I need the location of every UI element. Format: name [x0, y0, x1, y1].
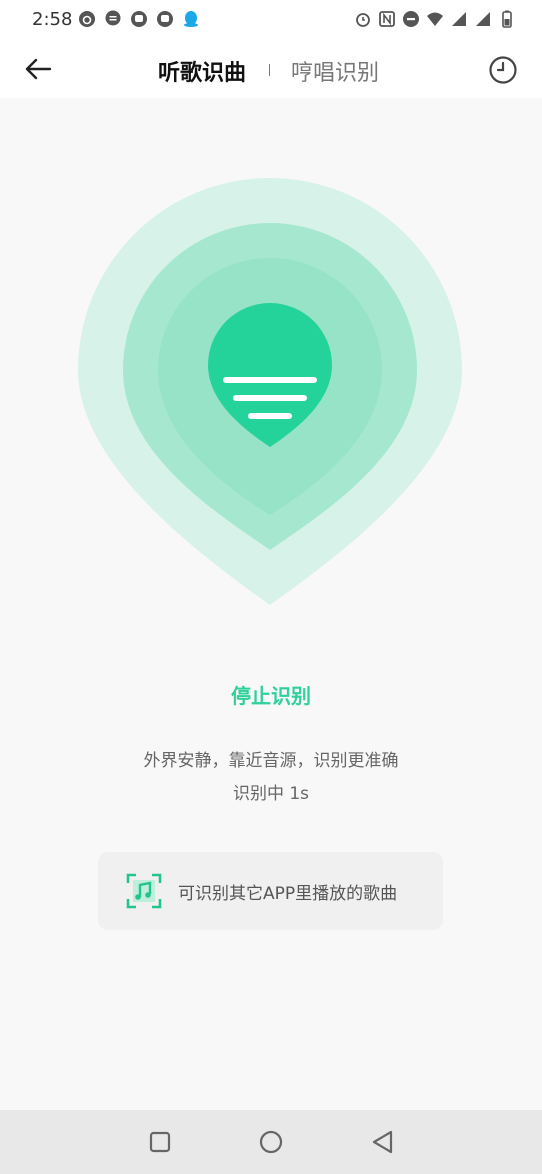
- status-bar: 2:58: [0, 0, 542, 40]
- stop-recognition-button[interactable]: 停止识别: [0, 680, 542, 709]
- app-icon: [131, 11, 147, 27]
- signal-icon: [452, 12, 466, 26]
- message-icon: [105, 10, 121, 26]
- music-scan-icon: [126, 873, 162, 909]
- home-button[interactable]: [257, 1128, 285, 1156]
- netease-icon: [79, 11, 95, 27]
- recognition-status: 识别中 1s: [232, 784, 310, 804]
- status-time: 2:58: [32, 9, 73, 30]
- nfc-icon: [379, 11, 395, 27]
- battery-icon: [502, 10, 512, 28]
- recognize-other-app-button[interactable]: 可识别其它APP里播放的歌曲: [98, 852, 443, 930]
- header: 听歌识曲 哼唱识别: [0, 40, 542, 98]
- tab-divider: [269, 64, 270, 76]
- tab-humming-recognition[interactable]: 哼唱识别: [291, 55, 379, 87]
- notification-icons: [78, 10, 200, 28]
- recognize-other-app-label: 可识别其它APP里播放的歌曲: [178, 883, 398, 904]
- navigation-bar: [0, 1110, 542, 1174]
- recents-button[interactable]: [146, 1128, 174, 1156]
- clock-icon: [489, 56, 517, 84]
- hint-text: 外界安静，靠近音源，识别更准确: [143, 751, 399, 771]
- alarm-icon: [356, 13, 370, 27]
- qq-icon: [184, 11, 198, 27]
- app-icon: [157, 11, 173, 27]
- back-nav-button[interactable]: [369, 1128, 397, 1156]
- arrow-left-icon: [25, 58, 52, 80]
- wifi-icon: [427, 12, 443, 26]
- system-icons: [354, 10, 516, 28]
- tab-song-recognition[interactable]: 听歌识曲: [158, 55, 246, 87]
- dnd-icon: [403, 11, 419, 27]
- signal-icon: [476, 12, 490, 26]
- history-button[interactable]: [488, 55, 518, 85]
- recognition-animation: [78, 178, 462, 605]
- back-button[interactable]: [18, 52, 58, 86]
